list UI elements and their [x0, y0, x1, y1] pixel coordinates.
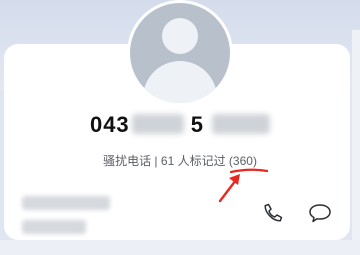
red-arrow-annotation-icon — [218, 174, 240, 203]
phone-number: 043 5 — [0, 112, 360, 138]
call-button[interactable] — [259, 199, 287, 227]
message-bubble-icon — [309, 204, 331, 223]
phone-number-redacted-1 — [131, 114, 184, 134]
redacted-text-line-1 — [22, 196, 110, 210]
spam-tag: 骚扰电话 — [103, 154, 152, 168]
spam-info-line: 骚扰电话 | 61 人标记过 (360) — [0, 152, 360, 169]
side-strip — [352, 30, 360, 255]
contact-avatar-icon — [127, 0, 233, 106]
report-count: 61 人标记过 — [160, 154, 226, 168]
bottom-strip — [0, 240, 360, 255]
phone-number-prefix: 043 — [89, 112, 130, 137]
phone-icon — [264, 203, 283, 222]
report-source: (360) — [228, 154, 257, 168]
phone-number-visible-digit: 5 — [190, 112, 205, 137]
info-separator: | — [154, 154, 158, 168]
redacted-text-line-2 — [22, 220, 86, 234]
phone-number-redacted-2 — [212, 114, 271, 134]
avatar-body-shape — [143, 61, 217, 103]
message-button[interactable] — [306, 199, 334, 227]
avatar-head-shape — [162, 18, 198, 54]
